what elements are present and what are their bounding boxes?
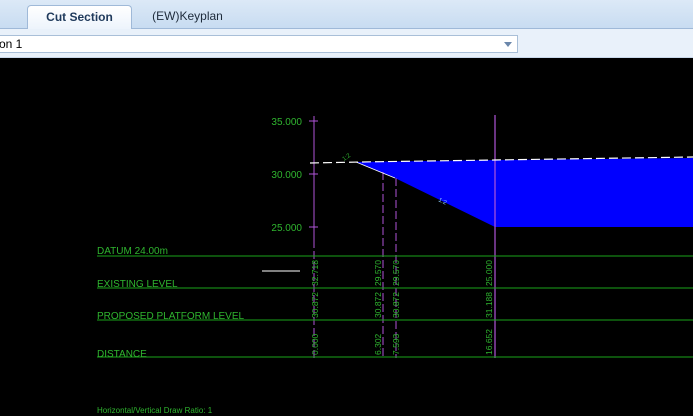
datum-label: DATUM 24.00m xyxy=(97,246,168,257)
existing-level-value: 32.718 xyxy=(310,260,320,286)
tab-cut-section[interactable]: Cut Section xyxy=(27,5,132,29)
proposed-level-value: 30.872 xyxy=(373,292,383,318)
proposed-level-value: 30.872 xyxy=(310,292,320,318)
proposed-level-value: 30.872 xyxy=(391,292,401,318)
proposed-level-label: PROPOSED PLATFORM LEVEL xyxy=(97,311,245,322)
existing-level-value: 29.570 xyxy=(391,260,401,286)
elevation-label: 30.000 xyxy=(271,170,302,181)
cut-area-fill xyxy=(356,158,693,227)
section-select-value: on 1 xyxy=(0,37,23,51)
existing-level-value: 25.000 xyxy=(484,260,494,286)
distance-label: DISTANCE xyxy=(97,349,147,360)
existing-level-label: EXISTING LEVEL xyxy=(97,279,178,290)
section-select[interactable]: on 1 xyxy=(0,35,518,53)
chevron-down-icon[interactable] xyxy=(504,42,512,47)
draw-ratio-label: Horizontal/Vertical Draw Ratio: 1 xyxy=(97,406,213,415)
section-drawing[interactable]: 35.000 30.000 25.000 1:2 1:2 DATUM 24.00… xyxy=(0,58,693,416)
tab-bar: Cut Section (EW)Keyplan xyxy=(0,0,693,29)
distance-value: 7.593 xyxy=(391,333,401,355)
tab-ew-keyplan[interactable]: (EW)Keyplan xyxy=(140,5,235,29)
distance-value: 16.652 xyxy=(484,329,494,355)
distance-value: 0.000 xyxy=(310,333,320,355)
elevation-label: 35.000 xyxy=(271,117,302,128)
proposed-level-value: 31.188 xyxy=(484,292,494,318)
distance-value: 6.302 xyxy=(373,333,383,355)
slope-label: 1:2 xyxy=(342,153,353,163)
existing-level-value: 29.570 xyxy=(373,260,383,286)
toolbar: on 1 xyxy=(0,29,693,58)
elevation-label: 25.000 xyxy=(271,223,302,234)
